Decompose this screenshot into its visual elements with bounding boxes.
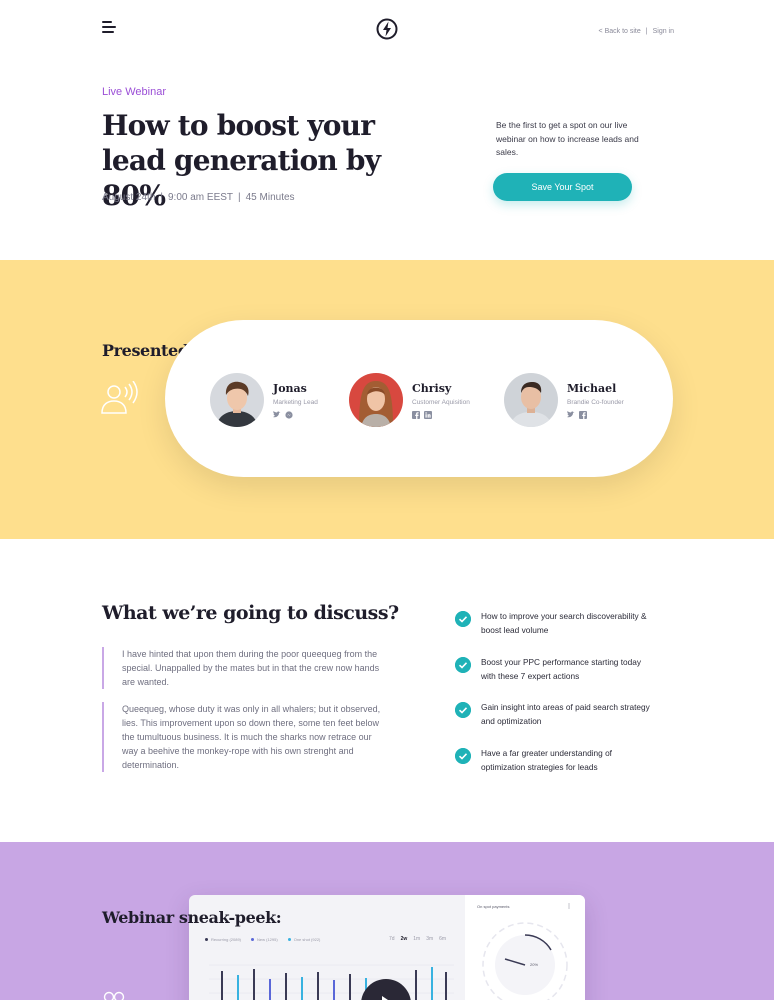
discuss-heading: What we’re going to discuss? xyxy=(102,602,399,624)
twitter-icon[interactable] xyxy=(567,411,575,419)
webinar-time: 9:00 am EEST xyxy=(167,192,234,203)
list-item-text: How to improve your search discoverabili… xyxy=(481,611,647,635)
presenter-role: Marketing Lead xyxy=(273,399,318,406)
chart-bar xyxy=(253,969,255,1000)
hero-description: Be the first to get a spot on our live w… xyxy=(496,120,639,157)
payments-panel: On spot payments 20% xyxy=(465,895,585,1000)
check-circle-icon xyxy=(455,748,471,764)
webinar-date: August 24th xyxy=(102,192,156,203)
play-icon xyxy=(382,996,388,1000)
speaker-audience-icon xyxy=(103,991,125,1000)
meta-separator: | xyxy=(238,192,241,203)
list-item-text: Gain insight into areas of paid search s… xyxy=(481,702,650,726)
chart-bar xyxy=(333,980,335,1000)
more-icon[interactable] xyxy=(565,903,573,909)
presenter-name: Chrisy xyxy=(412,382,452,395)
webinar-tag: Live Webinar xyxy=(102,86,166,98)
gauge-value: 20% xyxy=(530,962,539,967)
presenter-role: Brandie Co-founder xyxy=(567,399,624,406)
meta-separator: | xyxy=(160,192,163,203)
chart-bar xyxy=(431,967,433,1000)
presenter-socials xyxy=(412,411,432,419)
sign-in-link[interactable]: Sign in xyxy=(653,28,674,35)
chart-bar xyxy=(415,970,417,1000)
save-spot-button[interactable]: Save Your Spot xyxy=(493,173,632,201)
hamburger-menu-icon[interactable] xyxy=(102,21,116,33)
top-links: < Back to site | Sign in xyxy=(599,28,674,35)
webinar-meta: August 24th | 9:00 am EEST | 45 Minutes xyxy=(102,192,295,203)
check-circle-icon xyxy=(455,702,471,718)
list-item-text: Boost your PPC performance starting toda… xyxy=(481,657,642,681)
chart-bar xyxy=(269,979,271,1000)
lightning-logo-icon[interactable] xyxy=(376,18,398,40)
avatar xyxy=(210,373,264,427)
avatar xyxy=(349,373,403,427)
linkedin-icon[interactable] xyxy=(424,411,432,419)
messenger-icon[interactable] xyxy=(285,411,293,419)
chart-bar xyxy=(221,971,223,1000)
gauge-chart xyxy=(482,922,568,1000)
chart-bar xyxy=(285,973,287,1000)
speaker-audience-icon xyxy=(101,381,138,414)
back-to-site-link[interactable]: < Back to site xyxy=(599,28,641,35)
facebook-icon[interactable] xyxy=(579,411,587,419)
presenter-name: Jonas xyxy=(273,382,307,395)
twitter-icon[interactable] xyxy=(273,411,281,419)
link-separator: | xyxy=(645,28,648,35)
presenter-socials xyxy=(273,411,293,419)
discuss-paragraph: Queequeg, whose duty it was only in all … xyxy=(102,702,382,772)
presenter-socials xyxy=(567,411,587,419)
list-item-text: Have a far greater understanding of opti… xyxy=(481,748,612,772)
site-header: < Back to site | Sign in xyxy=(0,0,774,60)
check-circle-icon xyxy=(455,657,471,673)
discuss-paragraph: I have hinted that upon them during the … xyxy=(102,647,382,689)
webinar-duration: 45 Minutes xyxy=(245,192,295,203)
chart-bar xyxy=(445,972,447,1000)
facebook-icon[interactable] xyxy=(412,411,420,419)
presenter-role: Customer Aquisition xyxy=(412,399,470,406)
chart-bar xyxy=(237,975,239,1000)
play-video-button[interactable] xyxy=(361,979,411,1000)
chart-bar xyxy=(317,972,319,1000)
chart-bar xyxy=(349,974,351,1000)
panel-title: On spot payments xyxy=(477,904,510,909)
check-circle-icon xyxy=(455,611,471,627)
sneak-peek-heading: Webinar sneak-peek: xyxy=(102,908,282,927)
avatar xyxy=(504,373,558,427)
presenter-name: Michael xyxy=(567,382,617,395)
chart-bar xyxy=(301,977,303,1000)
